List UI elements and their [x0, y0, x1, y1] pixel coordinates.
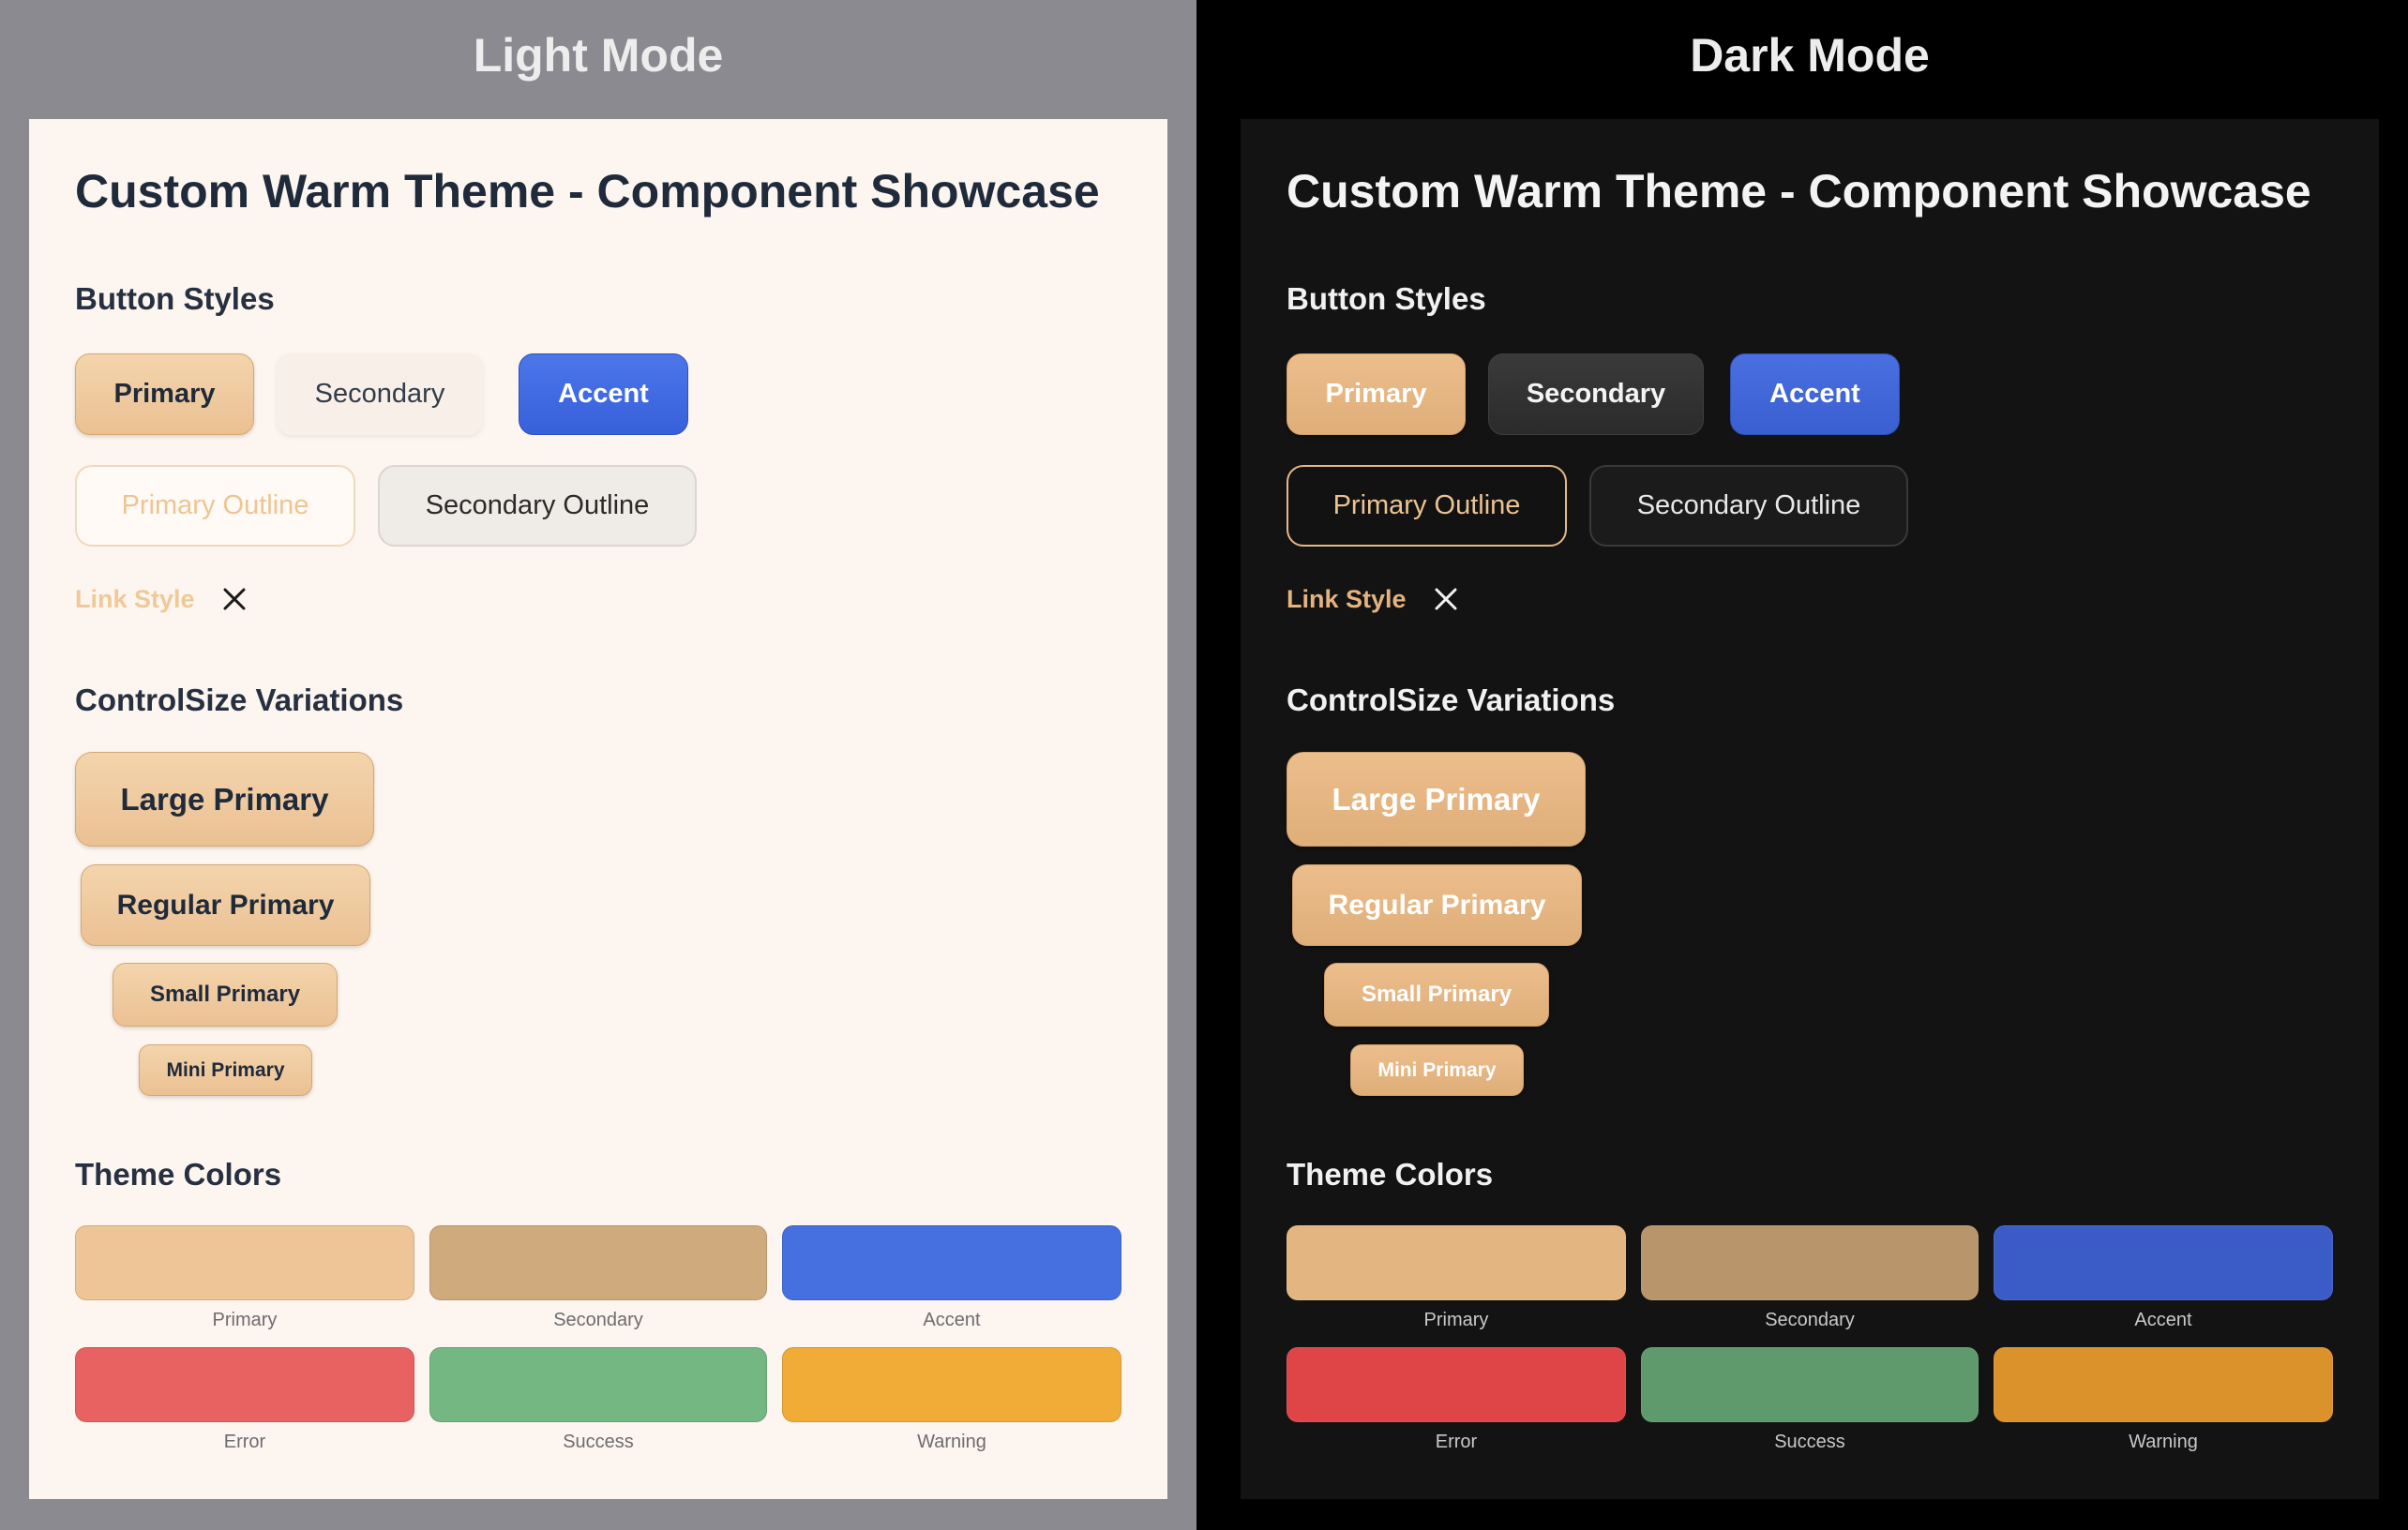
large-primary-label: Large Primary: [1332, 781, 1541, 817]
small-primary-button[interactable]: Small Primary: [1324, 963, 1549, 1027]
large-primary-label: Large Primary: [120, 781, 329, 817]
large-primary-button[interactable]: Large Primary: [1287, 752, 1586, 847]
accent-button[interactable]: Accent: [1730, 353, 1900, 435]
primary-swatch-label: Primary: [1423, 1310, 1489, 1330]
primary-outline-button[interactable]: Primary Outline: [75, 465, 355, 547]
success-swatch-label: Success: [1774, 1432, 1845, 1452]
showcase-window: Custom Warm Theme - Component Showcase B…: [1241, 119, 2379, 1499]
secondary-button-label: Secondary: [314, 379, 445, 409]
dark-mode-pane: Dark Mode Custom Warm Theme - Component …: [1212, 0, 2408, 1530]
secondary-swatch-label: Secondary: [1765, 1310, 1855, 1330]
large-primary-button[interactable]: Large Primary: [75, 752, 374, 847]
theme-colors-heading: Theme Colors: [1287, 1157, 1494, 1192]
accent-swatch-label: Accent: [923, 1310, 981, 1330]
mini-primary-label: Mini Primary: [1377, 1058, 1497, 1081]
regular-primary-button[interactable]: Regular Primary: [1292, 864, 1582, 946]
secondary-button[interactable]: Secondary: [277, 353, 483, 435]
mini-primary-label: Mini Primary: [166, 1058, 285, 1081]
secondary-outline-button[interactable]: Secondary Outline: [378, 465, 697, 547]
accent-button[interactable]: Accent: [519, 353, 688, 435]
error-swatch: [1287, 1347, 1626, 1422]
secondary-outline-label: Secondary Outline: [1636, 490, 1861, 520]
mini-primary-button[interactable]: Mini Primary: [1350, 1044, 1524, 1096]
primary-button[interactable]: Primary: [75, 353, 254, 435]
regular-primary-label: Regular Primary: [1328, 889, 1546, 921]
small-primary-label: Small Primary: [1361, 982, 1513, 1007]
accent-swatch: [1994, 1225, 2333, 1300]
warning-swatch-label: Warning: [917, 1432, 986, 1452]
light-mode-pane: Light Mode Custom Warm Theme - Component…: [0, 0, 1196, 1530]
small-primary-button[interactable]: Small Primary: [113, 963, 338, 1027]
success-swatch: [1641, 1347, 1979, 1422]
accent-swatch: [782, 1225, 1121, 1300]
regular-primary-button[interactable]: Regular Primary: [81, 864, 370, 946]
primary-outline-label: Primary Outline: [121, 490, 309, 520]
warning-swatch: [1994, 1347, 2333, 1422]
regular-primary-label: Regular Primary: [116, 889, 335, 921]
link-style-button[interactable]: Link Style: [75, 585, 195, 614]
link-style-button[interactable]: Link Style: [1287, 585, 1407, 614]
secondary-outline-label: Secondary Outline: [425, 490, 650, 520]
button-styles-heading: Button Styles: [1287, 281, 1486, 316]
primary-button[interactable]: Primary: [1287, 353, 1466, 435]
primary-button-label: Primary: [113, 379, 216, 409]
warning-swatch: [782, 1347, 1121, 1422]
primary-button-label: Primary: [1325, 379, 1427, 409]
primary-swatch: [1287, 1225, 1626, 1300]
page-title: Custom Warm Theme - Component Showcase: [1287, 165, 2311, 218]
page-title: Custom Warm Theme - Component Showcase: [75, 165, 1100, 218]
secondary-swatch: [1641, 1225, 1979, 1300]
error-swatch-label: Error: [223, 1432, 266, 1452]
mode-title: Light Mode: [473, 29, 724, 82]
button-styles-heading: Button Styles: [75, 281, 275, 316]
theme-colors-heading: Theme Colors: [75, 1157, 282, 1192]
showcase-window: Custom Warm Theme - Component Showcase B…: [29, 119, 1167, 1499]
error-swatch: [75, 1347, 414, 1422]
accent-swatch-label: Accent: [2134, 1310, 2192, 1330]
error-swatch-label: Error: [1435, 1432, 1478, 1452]
warning-swatch-label: Warning: [2129, 1432, 2198, 1452]
secondary-swatch-label: Secondary: [553, 1310, 643, 1330]
primary-swatch-label: Primary: [212, 1310, 278, 1330]
accent-button-label: Accent: [558, 379, 649, 409]
small-primary-label: Small Primary: [149, 982, 301, 1007]
close-icon[interactable]: [1433, 586, 1459, 612]
success-swatch: [429, 1347, 767, 1422]
success-swatch-label: Success: [563, 1432, 634, 1452]
close-icon[interactable]: [221, 586, 248, 612]
primary-swatch: [75, 1225, 414, 1300]
accent-button-label: Accent: [1769, 379, 1860, 409]
secondary-button[interactable]: Secondary: [1488, 353, 1704, 435]
secondary-swatch: [429, 1225, 767, 1300]
controlsize-heading: ControlSize Variations: [75, 682, 404, 717]
mode-title: Dark Mode: [1690, 29, 1930, 82]
mini-primary-button[interactable]: Mini Primary: [139, 1044, 312, 1096]
primary-outline-button[interactable]: Primary Outline: [1287, 465, 1567, 547]
secondary-button-label: Secondary: [1526, 379, 1666, 409]
controlsize-heading: ControlSize Variations: [1287, 682, 1616, 717]
primary-outline-label: Primary Outline: [1332, 490, 1521, 520]
secondary-outline-button[interactable]: Secondary Outline: [1589, 465, 1908, 547]
